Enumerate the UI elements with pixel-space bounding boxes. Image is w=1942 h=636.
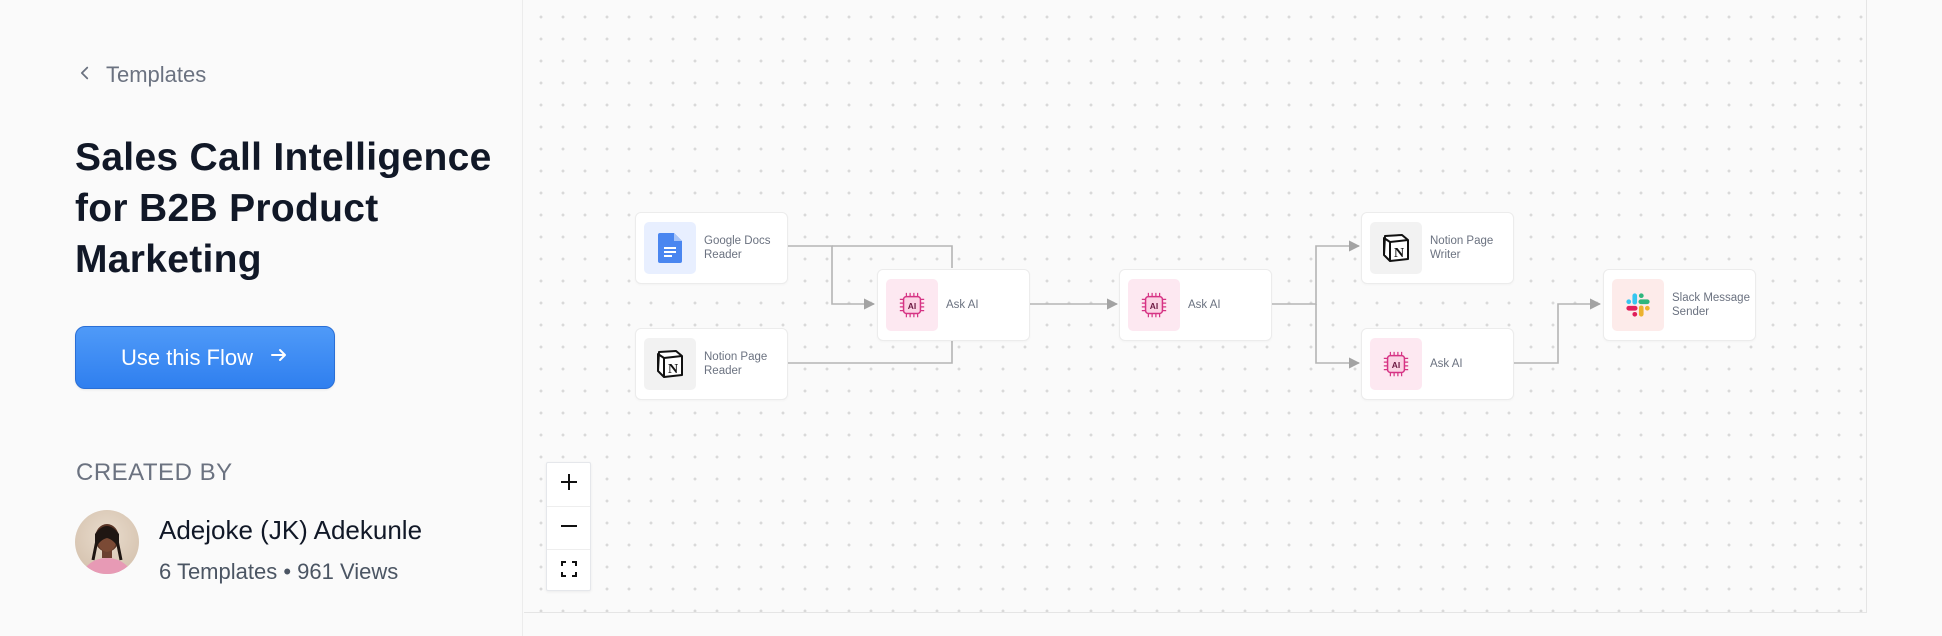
node-notion-page-reader[interactable]: N Notion Page Reader	[635, 328, 788, 400]
slack-icon	[1612, 279, 1664, 331]
zoom-controls	[546, 462, 591, 591]
fit-view-icon	[559, 559, 579, 584]
template-details-panel: Templates Sales Call Intelligence for B2…	[0, 0, 523, 636]
ai-chip-icon: AI	[1370, 338, 1422, 390]
back-link-label: Templates	[106, 62, 207, 87]
fit-view-button[interactable]	[547, 549, 590, 592]
node-ask-ai[interactable]: AI Ask AI	[1119, 269, 1272, 341]
zoom-in-button[interactable]	[547, 463, 590, 506]
zoom-out-button[interactable]	[547, 506, 590, 549]
node-label: Ask AI	[946, 299, 979, 311]
node-slack-message-sender[interactable]: Slack Message Sender	[1603, 269, 1756, 341]
svg-text:AI: AI	[1150, 301, 1158, 311]
node-notion-page-writer[interactable]: N Notion Page Writer	[1361, 212, 1514, 284]
node-label: Ask AI	[1430, 358, 1463, 370]
svg-text:N: N	[1394, 246, 1404, 261]
node-label: Google Docs Reader	[704, 235, 771, 261]
node-ask-ai[interactable]: AI Ask AI	[877, 269, 1030, 341]
ai-chip-icon: AI	[1128, 279, 1180, 331]
chevron-left-icon	[76, 62, 94, 88]
use-this-flow-label: Use this Flow	[120, 344, 254, 370]
zoom-in-icon	[559, 472, 579, 497]
google-docs-icon	[644, 222, 696, 274]
node-label: Slack Message Sender	[1672, 292, 1750, 318]
back-to-templates-link[interactable]: Templates	[76, 62, 206, 88]
svg-text:N: N	[668, 362, 678, 377]
ai-chip-icon: AI	[886, 279, 938, 331]
author-stats: 6 Templates • 961 Views	[159, 559, 399, 584]
created-by-label: CREATED BY	[76, 459, 233, 486]
avatar[interactable]	[75, 510, 139, 574]
node-label: Ask AI	[1188, 299, 1221, 311]
page-title: Sales Call Intelligence for B2B Product …	[75, 136, 492, 281]
zoom-out-icon	[559, 516, 579, 541]
node-ask-ai[interactable]: AI Ask AI	[1361, 328, 1514, 400]
arrow-right-icon	[269, 345, 289, 371]
notion-icon: N	[1370, 222, 1422, 274]
svg-text:AI: AI	[908, 301, 916, 311]
node-label: Notion Page Reader	[704, 351, 768, 377]
author-name[interactable]: Adejoke (JK) Adekunle	[159, 515, 422, 546]
svg-text:AI: AI	[1392, 360, 1400, 370]
node-google-docs-reader[interactable]: Google Docs Reader	[635, 212, 788, 284]
use-this-flow-button[interactable]: Use this Flow	[75, 326, 335, 389]
canvas-right-margin	[1867, 0, 1942, 636]
node-label: Notion Page Writer	[1430, 235, 1494, 261]
notion-icon: N	[644, 338, 696, 390]
